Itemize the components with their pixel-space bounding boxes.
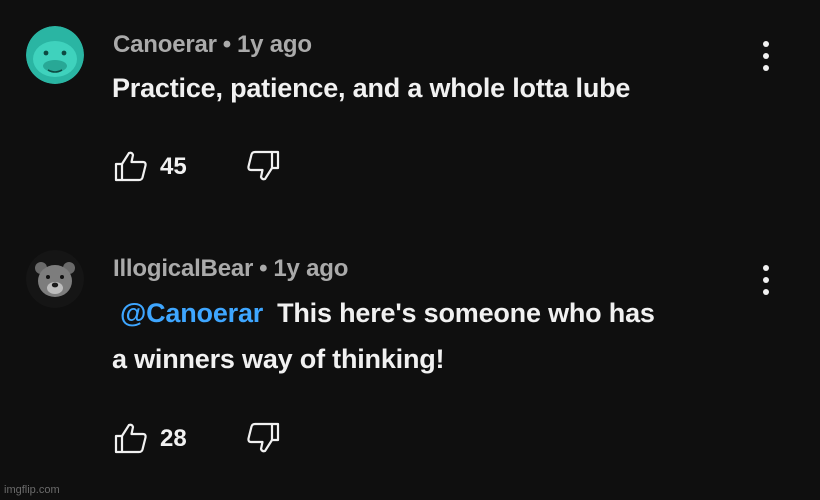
comment-meta: Canoerar • 1y ago xyxy=(113,31,312,59)
thumbs-up-icon xyxy=(114,423,147,454)
like-button[interactable] xyxy=(114,422,148,454)
watermark: imgflip.com xyxy=(4,484,60,496)
comment-author[interactable]: Canoerar xyxy=(113,31,217,58)
like-button[interactable] xyxy=(114,150,148,182)
separator-dot: • xyxy=(222,31,231,58)
like-count: 28 xyxy=(160,425,187,452)
like-count: 45 xyxy=(160,153,187,180)
comment-meta: IllogicalBear • 1y ago xyxy=(113,255,348,283)
more-vertical-icon xyxy=(763,41,769,47)
comment-item: IllogicalBear • 1y ago @Canoerar This here'… xyxy=(0,230,820,500)
mention-link[interactable]: @Canoerar xyxy=(120,298,263,328)
thumbs-up-icon xyxy=(114,151,147,182)
thumbs-down-icon xyxy=(247,422,280,453)
dolphin-avatar-icon xyxy=(26,26,84,84)
comment-menu-button[interactable] xyxy=(756,39,776,75)
separator-dot: • xyxy=(259,255,268,282)
bear-avatar-icon xyxy=(26,250,84,308)
avatar[interactable] xyxy=(26,250,84,308)
thumbs-down-icon xyxy=(247,150,280,181)
comment-timestamp[interactable]: 1y ago xyxy=(273,255,348,282)
comment-timestamp[interactable]: 1y ago xyxy=(237,31,312,58)
comment-text-line: @Canoerar This here's someone who has xyxy=(120,298,655,328)
comment-text-line: a winners way of thinking! xyxy=(112,344,445,374)
comment-author[interactable]: IllogicalBear xyxy=(113,255,253,282)
avatar[interactable] xyxy=(26,26,84,84)
more-vertical-icon xyxy=(763,265,769,271)
comment-item: Canoerar • 1y ago Practice, patience, and … xyxy=(0,0,820,230)
comment-text: @Canoerar This here's someone who has a w… xyxy=(112,290,772,382)
comment-text: Practice, patience, and a whole lotta lu… xyxy=(112,73,631,103)
dislike-button[interactable] xyxy=(246,422,280,454)
dislike-button[interactable] xyxy=(246,150,280,182)
